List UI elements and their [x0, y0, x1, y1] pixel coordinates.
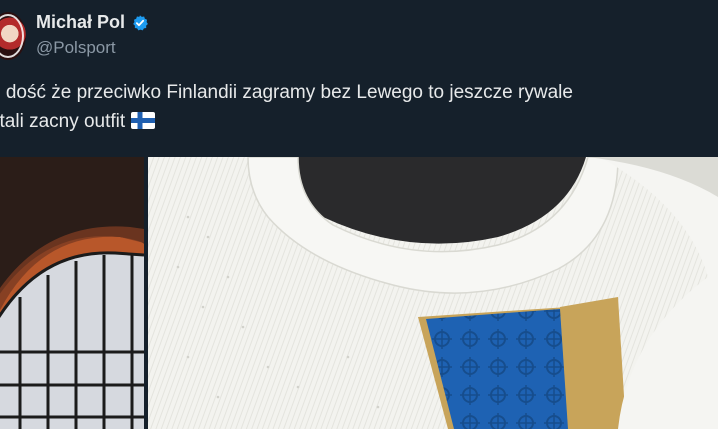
media-image-left[interactable]	[0, 157, 145, 429]
tweet-media[interactable]	[0, 157, 718, 429]
author-display-name[interactable]: Michał Pol	[36, 12, 125, 33]
tweet-text-line-2: stali zacny outfit	[0, 107, 718, 136]
author-name-row: Michał Pol	[36, 12, 149, 33]
finland-jersey-collar-photo	[148, 157, 718, 429]
tweet-text-line-1: e dość że przeciwko Finlandii zagramy be…	[0, 82, 573, 103]
avatar[interactable]	[0, 12, 26, 60]
avatar-ring	[0, 14, 24, 58]
flag-finland-icon	[131, 112, 156, 129]
tweet-text-line-2-text: stali zacny outfit	[0, 111, 126, 132]
verified-badge-icon	[133, 14, 148, 30]
church-window-photo	[0, 157, 145, 429]
tweet-text: e dość że przeciwko Finlandii zagramy be…	[0, 78, 718, 136]
media-image-right[interactable]	[148, 157, 718, 429]
author-handle[interactable]: @Polsport	[36, 38, 116, 58]
